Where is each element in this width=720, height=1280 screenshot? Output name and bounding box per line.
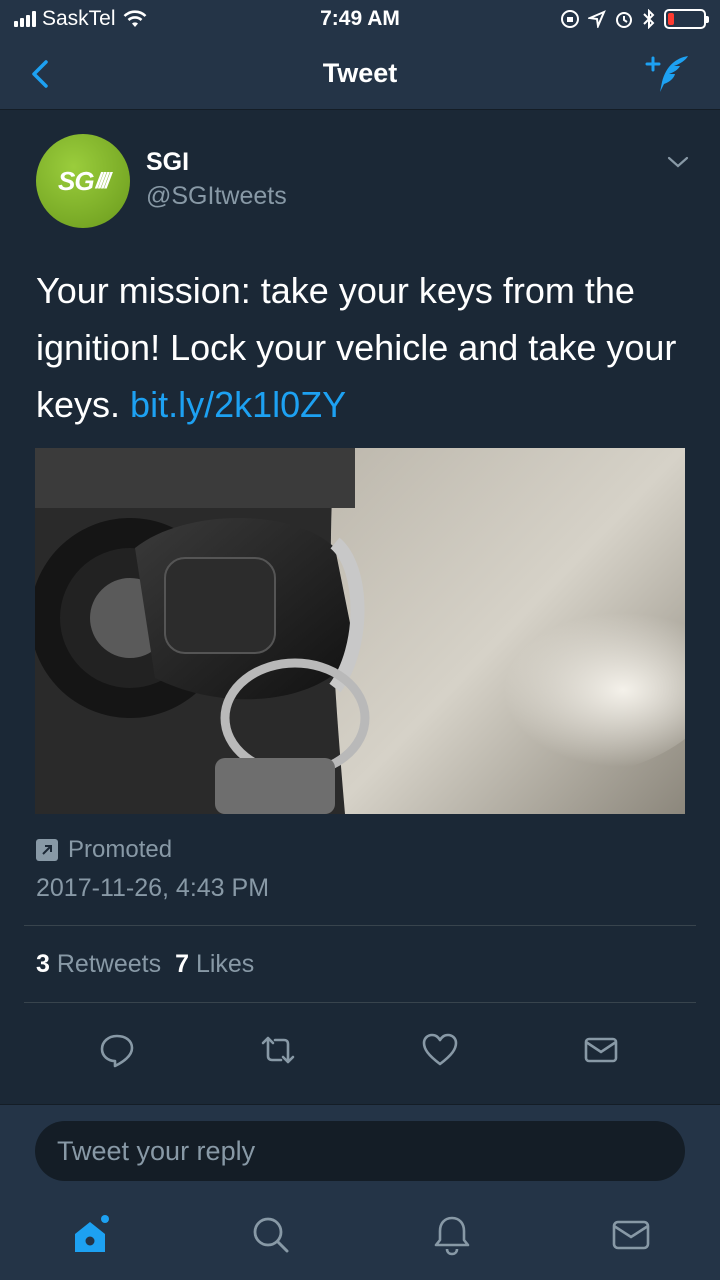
- avatar-logo-text: SG: [57, 165, 95, 196]
- status-right: [560, 9, 709, 29]
- likes-label: Likes: [195, 950, 255, 978]
- page-title: Tweet: [322, 58, 398, 88]
- author-handle[interactable]: @SGItweets: [146, 182, 287, 211]
- author-name[interactable]: SGI: [146, 148, 189, 177]
- search-icon[interactable]: [250, 1214, 290, 1256]
- signal-icon: [14, 11, 36, 27]
- bluetooth-icon: [643, 9, 655, 29]
- battery-icon: [664, 9, 709, 29]
- back-icon[interactable]: [26, 56, 56, 92]
- orientation-lock-icon: [561, 10, 579, 28]
- compose-tweet-icon[interactable]: [644, 52, 694, 96]
- reply-icon[interactable]: [99, 1032, 135, 1068]
- tab-bar: [0, 1196, 720, 1280]
- avatar-logo-stripes: ////: [95, 168, 112, 193]
- divider: [24, 925, 696, 926]
- wifi-icon: [123, 10, 146, 27]
- retweets-count: 3: [36, 950, 50, 978]
- status-left: SaskTel: [14, 7, 148, 31]
- home-icon[interactable]: [72, 1214, 112, 1256]
- tweet-link[interactable]: bit.ly/2k1l0ZY: [130, 384, 346, 425]
- divider: [24, 1002, 696, 1003]
- tweet-actions: [0, 1020, 720, 1080]
- reply-bar: [0, 1104, 720, 1196]
- engagement-stats: 3 Retweets 7 Likes: [36, 950, 254, 979]
- status-bar: SaskTel 7:49 AM: [0, 0, 720, 38]
- location-icon: [588, 10, 606, 28]
- promoted-text: Promoted: [68, 836, 173, 863]
- chevron-down-icon[interactable]: [666, 154, 690, 170]
- tweet-text: Your mission: take your keys from the ig…: [36, 262, 696, 433]
- tweet-detail: SG //// SGI @SGItweets Your mission: tak…: [0, 110, 720, 1080]
- tweet-timestamp: 2017-11-26, 4:43 PM: [36, 874, 270, 902]
- like-icon[interactable]: [422, 1032, 458, 1068]
- likes-count: 7: [175, 950, 189, 978]
- nav-bar: Tweet: [0, 38, 720, 110]
- likes-stat[interactable]: 7 Likes: [175, 950, 254, 979]
- share-dm-icon[interactable]: [583, 1032, 619, 1068]
- avatar[interactable]: SG ////: [36, 134, 130, 228]
- car-key-photo: [35, 448, 685, 814]
- notifications-icon[interactable]: [432, 1214, 472, 1256]
- retweets-label: Retweets: [56, 950, 162, 978]
- retweet-icon[interactable]: [260, 1032, 296, 1068]
- messages-icon[interactable]: [611, 1214, 651, 1256]
- promoted-label: Promoted: [36, 836, 172, 864]
- tweet-image[interactable]: [35, 448, 685, 814]
- carrier-name: SaskTel: [42, 7, 116, 30]
- reply-input[interactable]: [35, 1121, 685, 1181]
- retweets-stat[interactable]: 3 Retweets: [36, 950, 161, 979]
- alarm-icon: [616, 12, 632, 28]
- promoted-arrow-icon: [36, 839, 58, 861]
